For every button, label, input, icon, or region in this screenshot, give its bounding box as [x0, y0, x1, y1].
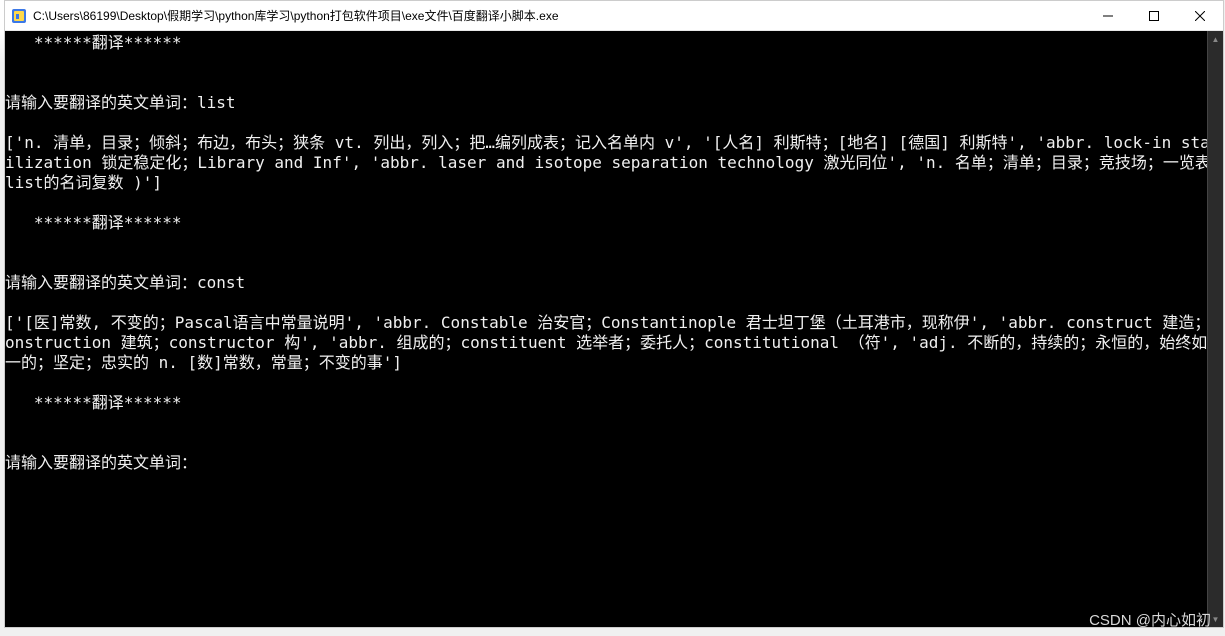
input-prompt-3: 请输入要翻译的英文单词： [5, 453, 1223, 473]
close-button[interactable] [1177, 1, 1223, 31]
translate-header: ******翻译****** [5, 393, 1223, 413]
scroll-down-icon[interactable]: ▼ [1208, 611, 1223, 627]
vertical-scrollbar[interactable]: ▲ ▼ [1207, 31, 1223, 627]
console-window: C:\Users\86199\Desktop\假期学习\python库学习\py… [4, 0, 1224, 628]
translate-header: ******翻译****** [5, 33, 1223, 53]
input-prompt-2: 请输入要翻译的英文单词：const [5, 273, 1223, 293]
maximize-button[interactable] [1131, 1, 1177, 31]
scroll-up-icon[interactable]: ▲ [1208, 31, 1223, 47]
minimize-button[interactable] [1085, 1, 1131, 31]
window-title: C:\Users\86199\Desktop\假期学习\python库学习\py… [33, 7, 1085, 24]
console-output[interactable]: ******翻译****** 请输入要翻译的英文单词：list ['n. 清单，… [5, 31, 1223, 627]
input-prompt-1: 请输入要翻译的英文单词：list [5, 93, 1223, 113]
app-icon [11, 8, 27, 24]
result-2: ['[医]常数, 不变的；Pascal语言中常量说明', 'abbr. Cons… [5, 313, 1223, 373]
window-controls [1085, 1, 1223, 30]
result-1: ['n. 清单，目录；倾斜；布边，布头；狭条 vt. 列出，列入；把…编列成表；… [5, 133, 1223, 193]
translate-header: ******翻译****** [5, 213, 1223, 233]
titlebar: C:\Users\86199\Desktop\假期学习\python库学习\py… [5, 1, 1223, 31]
